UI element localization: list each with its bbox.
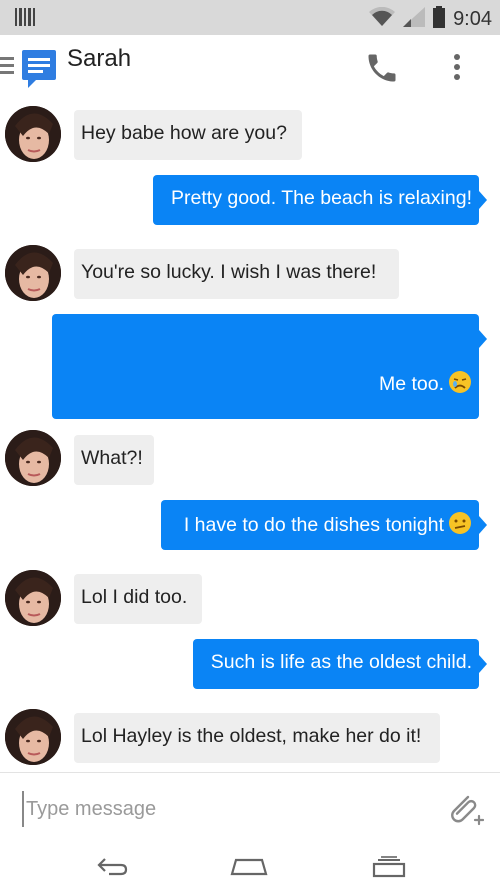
confused-face-emoji-icon xyxy=(448,511,472,542)
incoming-message[interactable]: You're so lucky. I wish I was there! xyxy=(74,249,399,299)
incoming-message[interactable]: Lol I did too. xyxy=(74,574,202,624)
avatar[interactable] xyxy=(5,570,61,626)
message-composer xyxy=(0,772,500,845)
wifi-icon xyxy=(369,6,396,32)
outgoing-message[interactable]: I have to do the dishes tonight xyxy=(161,500,487,550)
battery-icon xyxy=(433,6,446,33)
outgoing-message[interactable]: Me too. So, guess what? Guess what guess… xyxy=(52,314,487,571)
incoming-message[interactable]: Hey babe how are you? xyxy=(74,110,302,160)
back-icon[interactable] xyxy=(95,856,129,881)
outgoing-message[interactable]: Pretty good. The beach is relaxing! xyxy=(153,175,487,225)
attach-icon[interactable] xyxy=(446,789,485,834)
barcode-notification-icon xyxy=(15,8,35,31)
messaging-app-logo-icon[interactable] xyxy=(22,50,56,93)
clock: 9:04 xyxy=(453,8,492,30)
sad-face-emoji-icon xyxy=(448,370,472,401)
system-navigation-bar xyxy=(0,844,500,889)
avatar[interactable] xyxy=(5,245,61,301)
status-bar: 9:04 xyxy=(0,0,500,35)
avatar[interactable] xyxy=(5,709,61,765)
message-input[interactable] xyxy=(22,791,428,827)
incoming-message[interactable]: Lol Hayley is the oldest, make her do it… xyxy=(74,713,440,763)
avatar[interactable] xyxy=(5,106,61,162)
message-line: Me too. xyxy=(59,370,472,401)
more-options-icon[interactable] xyxy=(452,53,462,88)
home-icon[interactable] xyxy=(230,856,268,881)
outgoing-message[interactable]: Such is life as the oldest child. xyxy=(193,639,487,689)
menu-icon[interactable] xyxy=(0,57,14,80)
conversation-thread[interactable]: Hey babe how are you? Pretty good. The b… xyxy=(0,100,500,772)
contact-name[interactable]: Sarah xyxy=(67,45,131,73)
app-bar: Sarah xyxy=(0,35,500,100)
incoming-message[interactable]: What?! xyxy=(74,435,154,485)
phone-call-icon[interactable] xyxy=(364,50,400,91)
avatar[interactable] xyxy=(5,430,61,486)
signal-icon xyxy=(403,7,426,32)
recent-apps-icon[interactable] xyxy=(372,856,406,883)
